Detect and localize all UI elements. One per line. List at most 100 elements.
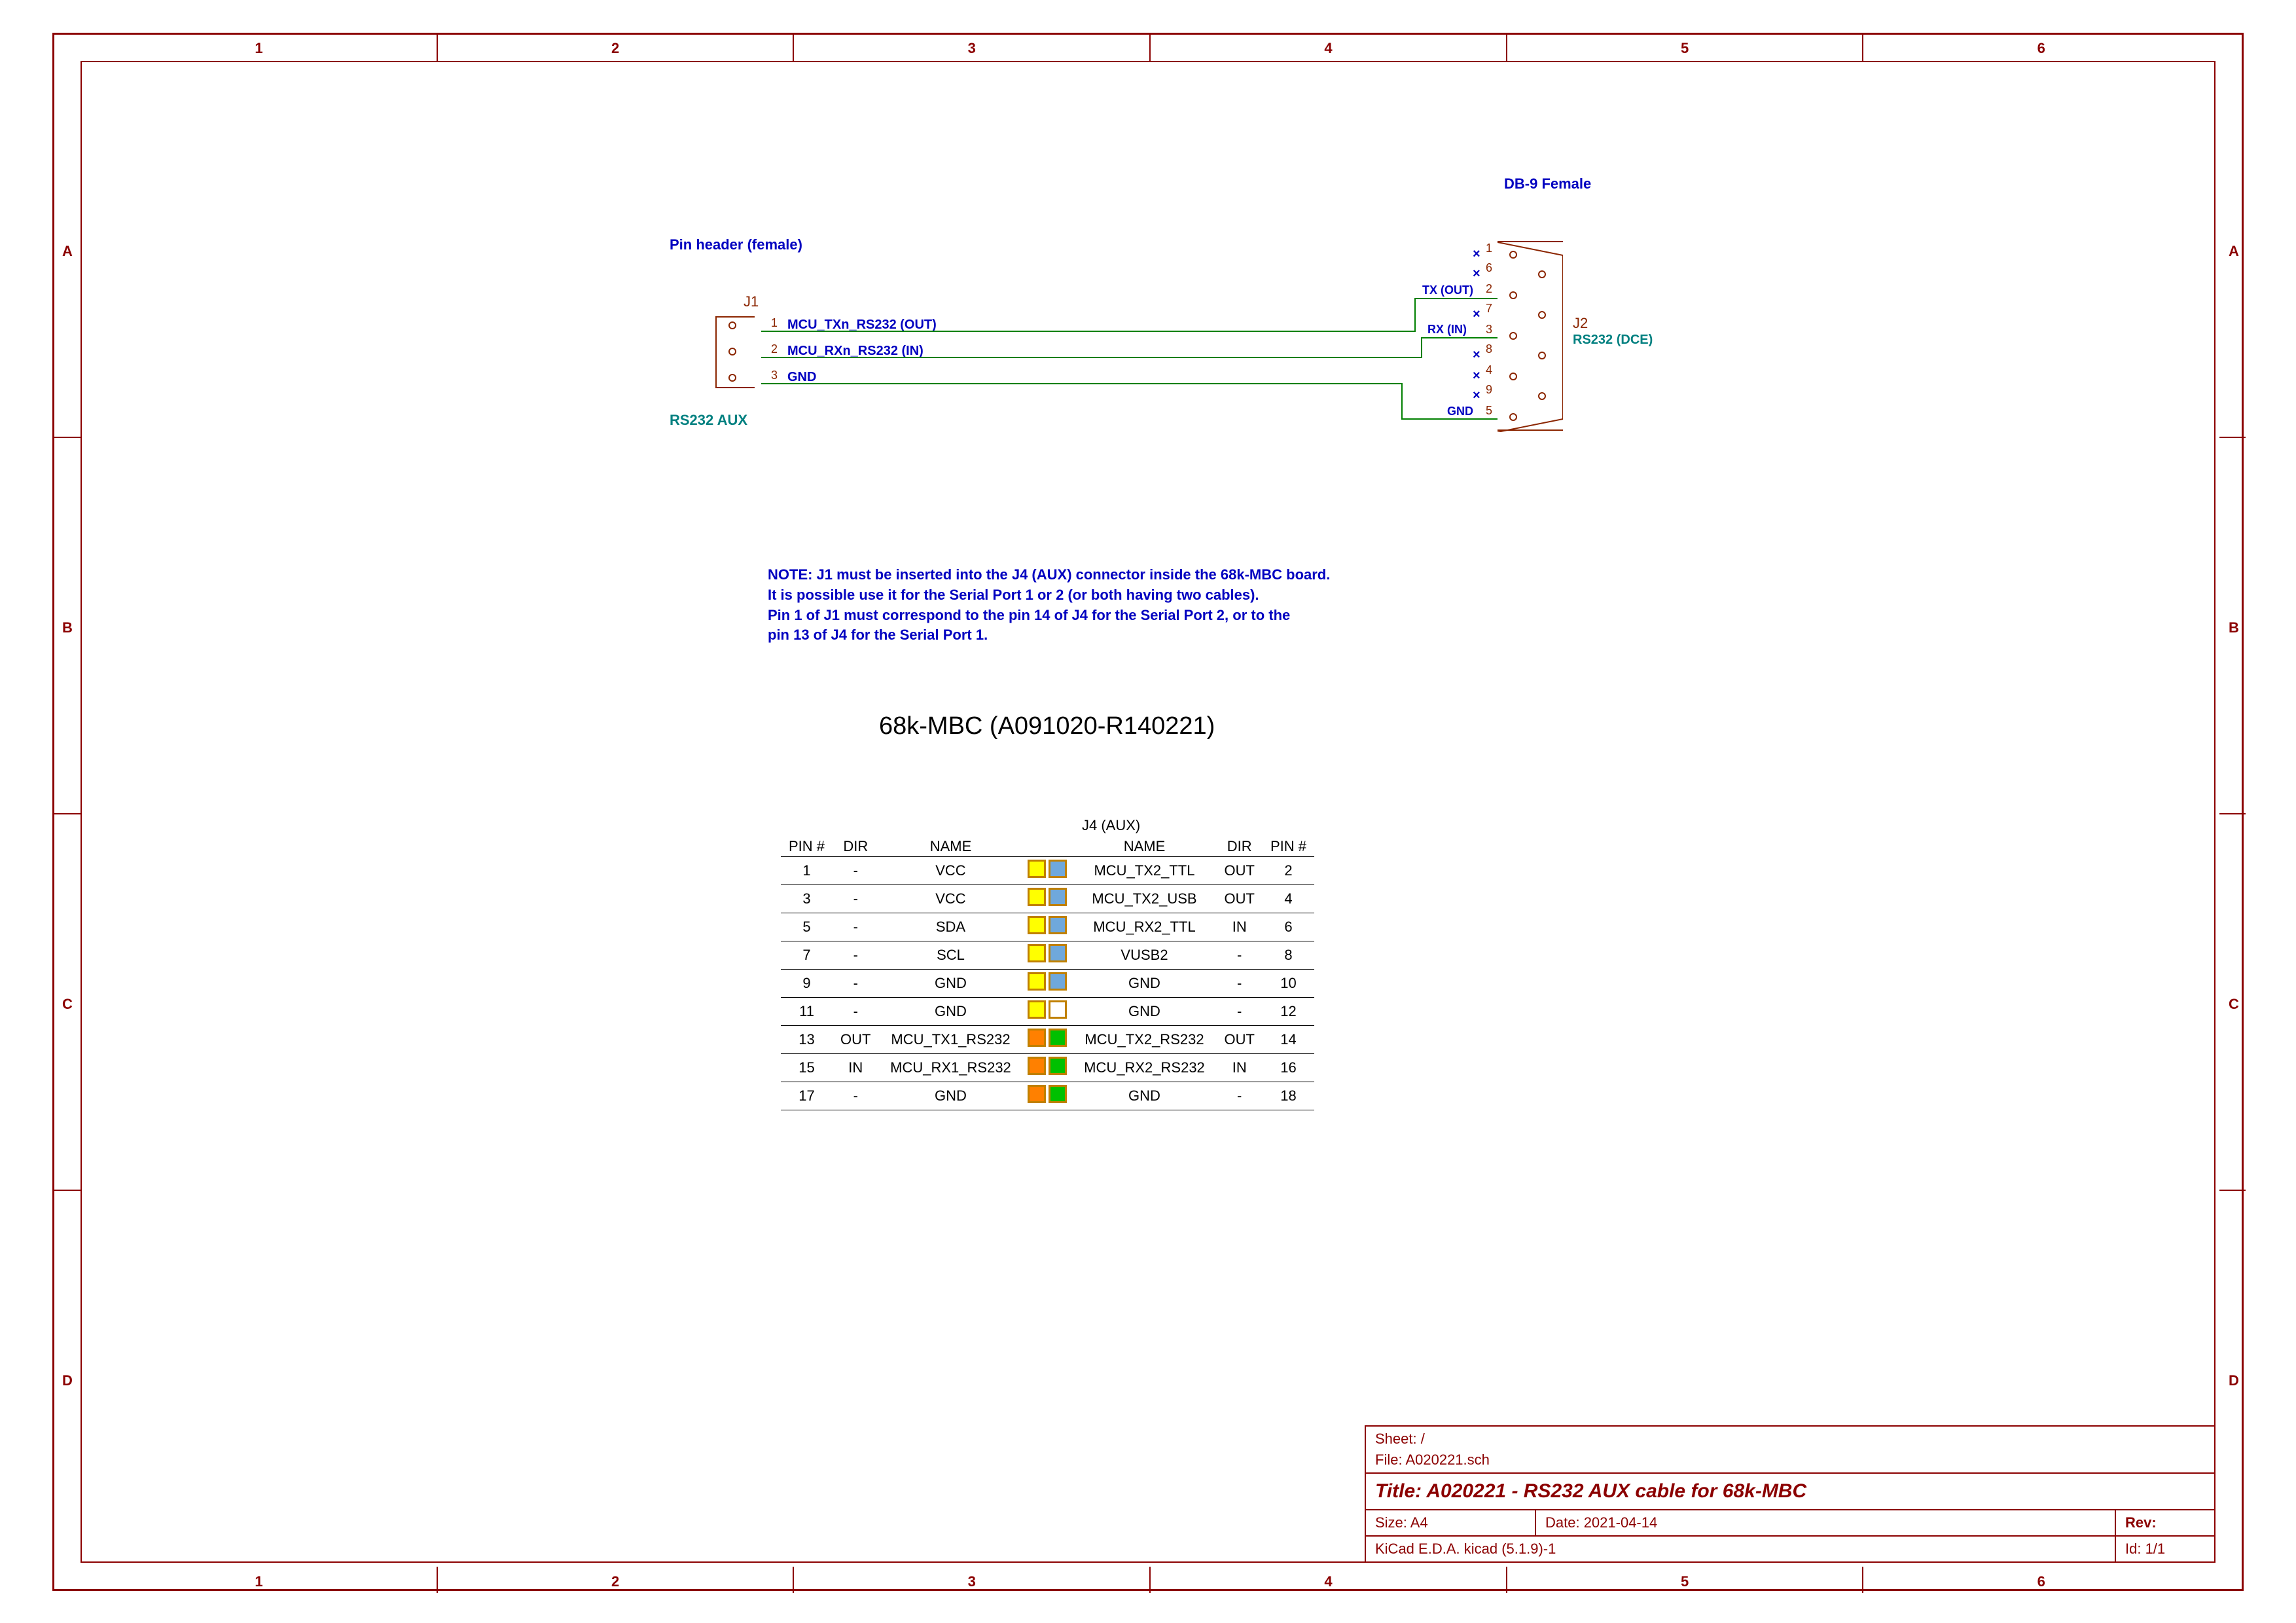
- tb-date: Date: 2021-04-14: [1536, 1510, 2116, 1535]
- schematic-sheet: 1 1 2 2 3 3 4 4 5 5 6 6 A A B B C C D D Pin header (female)…: [52, 33, 2244, 1591]
- j2-pin-circle: [1538, 311, 1546, 319]
- pinout-row: 17-GNDGND-18: [781, 1082, 1314, 1110]
- schematic-note: NOTE: J1 must be inserted into the J4 (A…: [768, 565, 1553, 646]
- j2-pin-num: 1: [1486, 242, 1492, 255]
- j2-pin-circle: [1509, 413, 1517, 421]
- pinout-row: 13OUTMCU_TX1_RS232MCU_TX2_RS232OUT14: [781, 1026, 1314, 1054]
- j2-pin-num: 6: [1486, 261, 1492, 275]
- tb-tool: KiCad E.D.A. kicad (5.1.9)-1: [1366, 1537, 2116, 1561]
- j2-name: RS232 (DCE): [1573, 333, 1653, 348]
- ruler-top-num: 6: [2037, 40, 2045, 57]
- ruler-left-letter: B: [62, 619, 73, 636]
- pin-color-right: [1049, 888, 1067, 906]
- ruler-bot-num: 6: [2037, 1573, 2045, 1590]
- heading: 68k-MBC (A091020-R140221): [879, 712, 1215, 740]
- pin-color-right: [1049, 972, 1067, 991]
- pinout-row: 11-GNDGND-12: [781, 998, 1314, 1026]
- pinout-header-cell: NAME: [878, 837, 1022, 857]
- j1-refdes: J1: [744, 293, 759, 310]
- pinout-row: 15INMCU_RX1_RS232MCU_RX2_RS232IN16: [781, 1054, 1314, 1082]
- pinout-header-cell: DIR: [833, 837, 878, 857]
- ruler-right-letter: A: [2229, 243, 2239, 260]
- tb-rev: Rev:: [2116, 1510, 2214, 1535]
- j2-pin-circle: [1509, 251, 1517, 259]
- ruler-bot-num: 4: [1324, 1573, 1332, 1590]
- tb-size: Size: A4: [1366, 1510, 1536, 1535]
- pin-color-left: [1028, 944, 1046, 962]
- ruler-top-num: 1: [255, 40, 262, 57]
- nc-mark: ×: [1473, 388, 1480, 403]
- pin-color-left: [1028, 1029, 1046, 1047]
- ruler-right-letter: D: [2229, 1372, 2239, 1389]
- inner-frame: [81, 61, 2215, 1563]
- pin-color-right: [1049, 916, 1067, 934]
- ruler-bot-num: 2: [611, 1573, 619, 1590]
- j2-pin-num: 4: [1486, 363, 1492, 377]
- j2-pin-circle: [1538, 392, 1546, 400]
- j2-pin-num: 7: [1486, 302, 1492, 316]
- nc-mark: ×: [1473, 307, 1480, 322]
- j2-pin-num: 3: [1486, 323, 1492, 337]
- pin-color-right: [1049, 1057, 1067, 1075]
- pinout-row: 5-SDAMCU_RX2_TTLIN6: [781, 913, 1314, 941]
- j2-gnd-label: GND: [1447, 405, 1473, 418]
- tb-id: Id: 1/1: [2116, 1537, 2214, 1561]
- ruler-top-num: 2: [611, 40, 619, 57]
- j2-component: [1498, 241, 1563, 431]
- ruler-top-num: 5: [1681, 40, 1689, 57]
- pin-color-right: [1049, 1029, 1067, 1047]
- nc-mark: ×: [1473, 266, 1480, 282]
- pinout-row: 3-VCCMCU_TX2_USBOUT4: [781, 885, 1314, 913]
- ruler-bot-num: 3: [968, 1573, 976, 1590]
- ruler-left-letter: D: [62, 1372, 73, 1389]
- pin-color-right: [1049, 1085, 1067, 1103]
- pinout-header-cell: [1047, 837, 1072, 857]
- pinout-row: 7-SCLVUSB2-8: [781, 941, 1314, 970]
- j2-tx-label: TX (OUT): [1422, 283, 1473, 297]
- pinout-header-cell: PIN #: [1263, 837, 1314, 857]
- pinout-row: 1-VCCMCU_TX2_TTLOUT2: [781, 857, 1314, 885]
- nc-mark: ×: [1473, 247, 1480, 262]
- j2-pin-num: 8: [1486, 342, 1492, 356]
- ruler-left-letter: C: [62, 996, 73, 1013]
- tb-sheet: Sheet: /: [1366, 1427, 2214, 1451]
- j2-pin-circle: [1538, 270, 1546, 278]
- pinout-header-cell: PIN #: [781, 837, 833, 857]
- pinout-caption: J4 (AUX): [1082, 817, 1140, 834]
- j2-pin-num: 9: [1486, 383, 1492, 397]
- pinout-header-cell: DIR: [1216, 837, 1262, 857]
- nc-mark: ×: [1473, 348, 1480, 363]
- pin-color-right: [1049, 944, 1067, 962]
- j2-pin-circle: [1509, 291, 1517, 299]
- pinout-table: PIN #DIRNAMENAMEDIRPIN # 1-VCCMCU_TX2_TT…: [781, 837, 1314, 1110]
- ruler-right-letter: B: [2229, 619, 2239, 636]
- ruler-right-letter: C: [2229, 996, 2239, 1013]
- j2-pin-num: 2: [1486, 282, 1492, 296]
- ruler-top-num: 3: [968, 40, 976, 57]
- pinout-header-cell: NAME: [1072, 837, 1216, 857]
- pin-color-left: [1028, 972, 1046, 991]
- j2-pin-circle: [1538, 352, 1546, 359]
- j1-name: RS232 AUX: [670, 412, 747, 429]
- j2-pin-circle: [1509, 332, 1517, 340]
- nc-mark: ×: [1473, 369, 1480, 384]
- tb-title: Title: A020221 - RS232 AUX cable for 68k…: [1366, 1472, 2214, 1509]
- ruler-left-letter: A: [62, 243, 73, 260]
- label-pinheader: Pin header (female): [670, 236, 802, 253]
- db9-label: DB-9 Female: [1504, 175, 1591, 192]
- j2-pin-circle: [1509, 373, 1517, 380]
- pin-color-left: [1028, 860, 1046, 878]
- pin-color-left: [1028, 888, 1046, 906]
- ruler-top-num: 4: [1324, 40, 1332, 57]
- ruler-bot-num: 5: [1681, 1573, 1689, 1590]
- pin-color-left: [1028, 1057, 1046, 1075]
- pin-color-left: [1028, 916, 1046, 934]
- tb-file: File: A020221.sch: [1366, 1451, 2214, 1472]
- title-block: Sheet: / File: A020221.sch Title: A02022…: [1365, 1425, 2215, 1563]
- pinout-row: 9-GNDGND-10: [781, 970, 1314, 998]
- ruler-bot-num: 1: [255, 1573, 262, 1590]
- j2-pin-num: 5: [1486, 404, 1492, 418]
- pin-color-left: [1028, 1085, 1046, 1103]
- pin-color-left: [1028, 1000, 1046, 1019]
- pin-color-right: [1049, 860, 1067, 878]
